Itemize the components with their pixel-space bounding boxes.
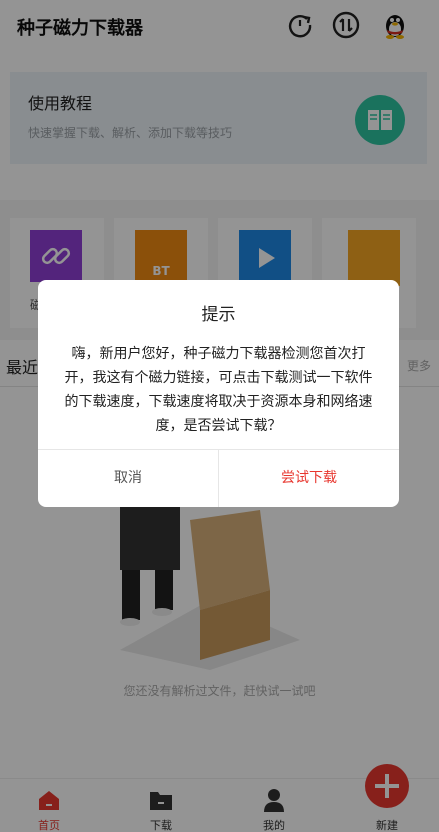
dialog-message: 嗨，新用户您好，种子磁力下载器检测您首次打开，我这有个磁力链接，可点击下载测试一… [64, 346, 373, 434]
try-download-button[interactable]: 尝试下载 [219, 450, 399, 507]
welcome-dialog: 提示 嗨，新用户您好，种子磁力下载器检测您首次打开，我这有个磁力链接，可点击下载… [38, 280, 399, 507]
cancel-button[interactable]: 取消 [38, 450, 218, 507]
dialog-title: 提示 [201, 305, 236, 325]
